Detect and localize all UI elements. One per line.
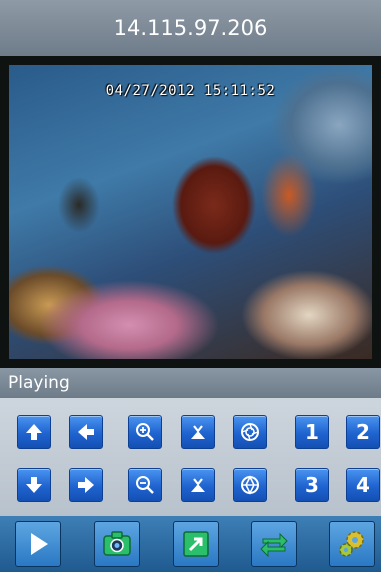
focus-icon: [191, 478, 205, 492]
preset-3-button[interactable]: 3: [295, 468, 329, 502]
pan-left-button[interactable]: [69, 415, 103, 449]
tilt-up-button[interactable]: [17, 415, 51, 449]
preset-2-label: 2: [356, 420, 370, 444]
zoom-in-icon: [136, 423, 154, 441]
arrow-right-icon: [78, 477, 94, 493]
video-frame: 04/27/2012 15:11:52: [0, 56, 381, 368]
ptz-controls: 1 2 3 4: [0, 398, 381, 516]
video-timestamp: 04/27/2012 15:11:52: [105, 83, 276, 99]
bottom-toolbar: [0, 516, 381, 572]
settings-button[interactable]: [329, 521, 375, 567]
camera-icon: [103, 531, 131, 556]
status-text: Playing: [8, 373, 70, 393]
tilt-down-button[interactable]: [17, 468, 51, 502]
camera-address: 14.115.97.206: [113, 16, 268, 40]
arrow-left-icon: [78, 424, 94, 440]
status-bar: Playing: [0, 368, 381, 398]
arrow-down-icon: [26, 477, 42, 493]
play-button[interactable]: [15, 521, 61, 567]
preset-2-button[interactable]: 2: [346, 415, 380, 449]
arrow-up-icon: [26, 424, 42, 440]
focus-icon: [191, 425, 205, 439]
title-bar: 14.115.97.206: [0, 0, 381, 56]
preset-1-label: 1: [305, 420, 319, 444]
gears-icon: [339, 531, 364, 557]
snapshot-button[interactable]: [94, 521, 140, 567]
fullscreen-button[interactable]: [173, 521, 219, 567]
preset-4-button[interactable]: 4: [346, 468, 380, 502]
zoom-in-button[interactable]: [128, 415, 162, 449]
video-view[interactable]: 04/27/2012 15:11:52: [9, 65, 372, 359]
play-icon: [31, 533, 48, 555]
switch-camera-button[interactable]: [251, 521, 297, 567]
switch-icon: [260, 532, 288, 558]
iris-open-button[interactable]: [233, 415, 267, 449]
focus-near-button[interactable]: [181, 415, 215, 449]
zoom-out-icon: [136, 476, 154, 494]
iris-icon: [241, 475, 259, 495]
iris-close-button[interactable]: [233, 468, 267, 502]
zoom-out-button[interactable]: [128, 468, 162, 502]
iris-icon: [241, 423, 259, 441]
expand-icon: [183, 531, 209, 557]
preset-1-button[interactable]: 1: [295, 415, 329, 449]
preset-3-label: 3: [305, 473, 319, 497]
preset-4-label: 4: [356, 473, 370, 497]
focus-far-button[interactable]: [181, 468, 215, 502]
pan-right-button[interactable]: [69, 468, 103, 502]
